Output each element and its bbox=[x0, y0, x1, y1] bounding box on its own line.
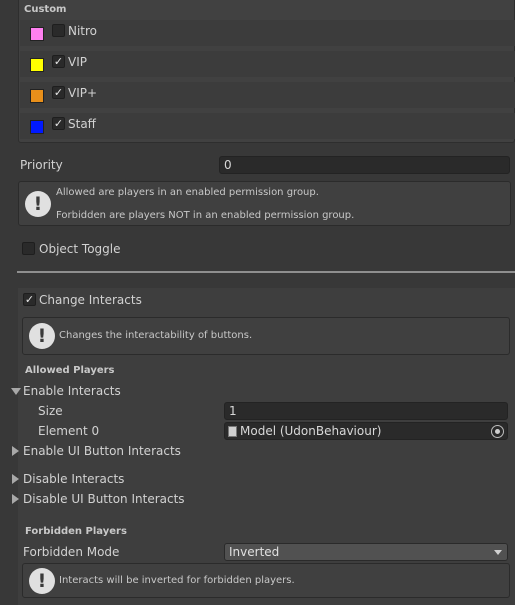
color-swatch-vip-plus[interactable] bbox=[30, 89, 44, 103]
label-nitro: Nitro bbox=[68, 24, 98, 38]
checkbox-nitro[interactable] bbox=[52, 24, 65, 37]
forbidden-help-text: Interacts will be inverted for forbidden… bbox=[59, 575, 295, 586]
exclamation-icon: ! bbox=[29, 323, 55, 349]
forbidden-mode-dropdown[interactable]: Inverted bbox=[224, 543, 508, 561]
chevron-down-icon bbox=[494, 550, 502, 555]
disable-ui-button-interacts-foldout[interactable]: Disable UI Button Interacts bbox=[23, 492, 185, 506]
foldout-collapsed-icon[interactable] bbox=[12, 494, 19, 504]
enable-interacts-foldout[interactable]: Enable Interacts bbox=[23, 384, 121, 398]
allowed-players-heading: Allowed Players bbox=[25, 365, 115, 376]
disable-interacts-foldout[interactable]: Disable Interacts bbox=[23, 472, 124, 486]
change-interacts-label: Change Interacts bbox=[39, 293, 142, 307]
forbidden-mode-label: Forbidden Mode bbox=[23, 545, 120, 559]
priority-input[interactable]: 0 bbox=[219, 156, 510, 174]
checkbox-vip[interactable]: ✓ bbox=[52, 55, 65, 68]
label-vip-plus: VIP+ bbox=[68, 86, 98, 100]
size-input[interactable]: 1 bbox=[224, 402, 508, 420]
section-separator bbox=[17, 271, 515, 273]
custom-row-vip bbox=[20, 51, 515, 77]
permission-help-line-2: Forbidden are players NOT in an enabled … bbox=[56, 210, 355, 221]
foldout-collapsed-icon[interactable] bbox=[12, 474, 19, 484]
checkbox-vip-plus[interactable]: ✓ bbox=[52, 86, 65, 99]
object-toggle-label: Object Toggle bbox=[39, 242, 121, 256]
foldout-expanded-icon[interactable] bbox=[11, 388, 21, 395]
exclamation-icon: ! bbox=[25, 191, 51, 217]
permission-help-line-1: Allowed are players in an enabled permis… bbox=[56, 187, 319, 198]
element-0-object-field[interactable]: Model (UdonBehaviour) bbox=[224, 422, 508, 440]
foldout-collapsed-icon[interactable] bbox=[12, 446, 19, 456]
element-0-value: Model (UdonBehaviour) bbox=[240, 424, 382, 438]
enable-ui-button-interacts-foldout[interactable]: Enable UI Button Interacts bbox=[23, 444, 181, 458]
label-staff: Staff bbox=[68, 117, 96, 131]
color-swatch-staff[interactable] bbox=[30, 120, 44, 134]
exclamation-icon: ! bbox=[29, 568, 55, 594]
forbidden-mode-value: Inverted bbox=[229, 545, 280, 559]
object-toggle-checkbox[interactable] bbox=[22, 242, 35, 255]
change-interacts-checkbox[interactable]: ✓ bbox=[23, 293, 36, 306]
checkbox-staff[interactable]: ✓ bbox=[52, 117, 65, 130]
picker-dot bbox=[495, 429, 500, 434]
object-picker-icon[interactable] bbox=[491, 425, 504, 438]
element-0-label: Element 0 bbox=[38, 424, 100, 438]
change-interacts-help-text: Changes the interactability of buttons. bbox=[59, 330, 253, 341]
label-vip: VIP bbox=[68, 55, 87, 69]
forbidden-players-heading: Forbidden Players bbox=[25, 526, 127, 537]
custom-group-title: Custom bbox=[24, 4, 67, 15]
color-swatch-vip[interactable] bbox=[30, 58, 44, 72]
size-label: Size bbox=[38, 404, 63, 418]
priority-label: Priority bbox=[20, 158, 63, 172]
script-icon bbox=[228, 426, 237, 437]
color-swatch-nitro[interactable] bbox=[30, 27, 44, 41]
